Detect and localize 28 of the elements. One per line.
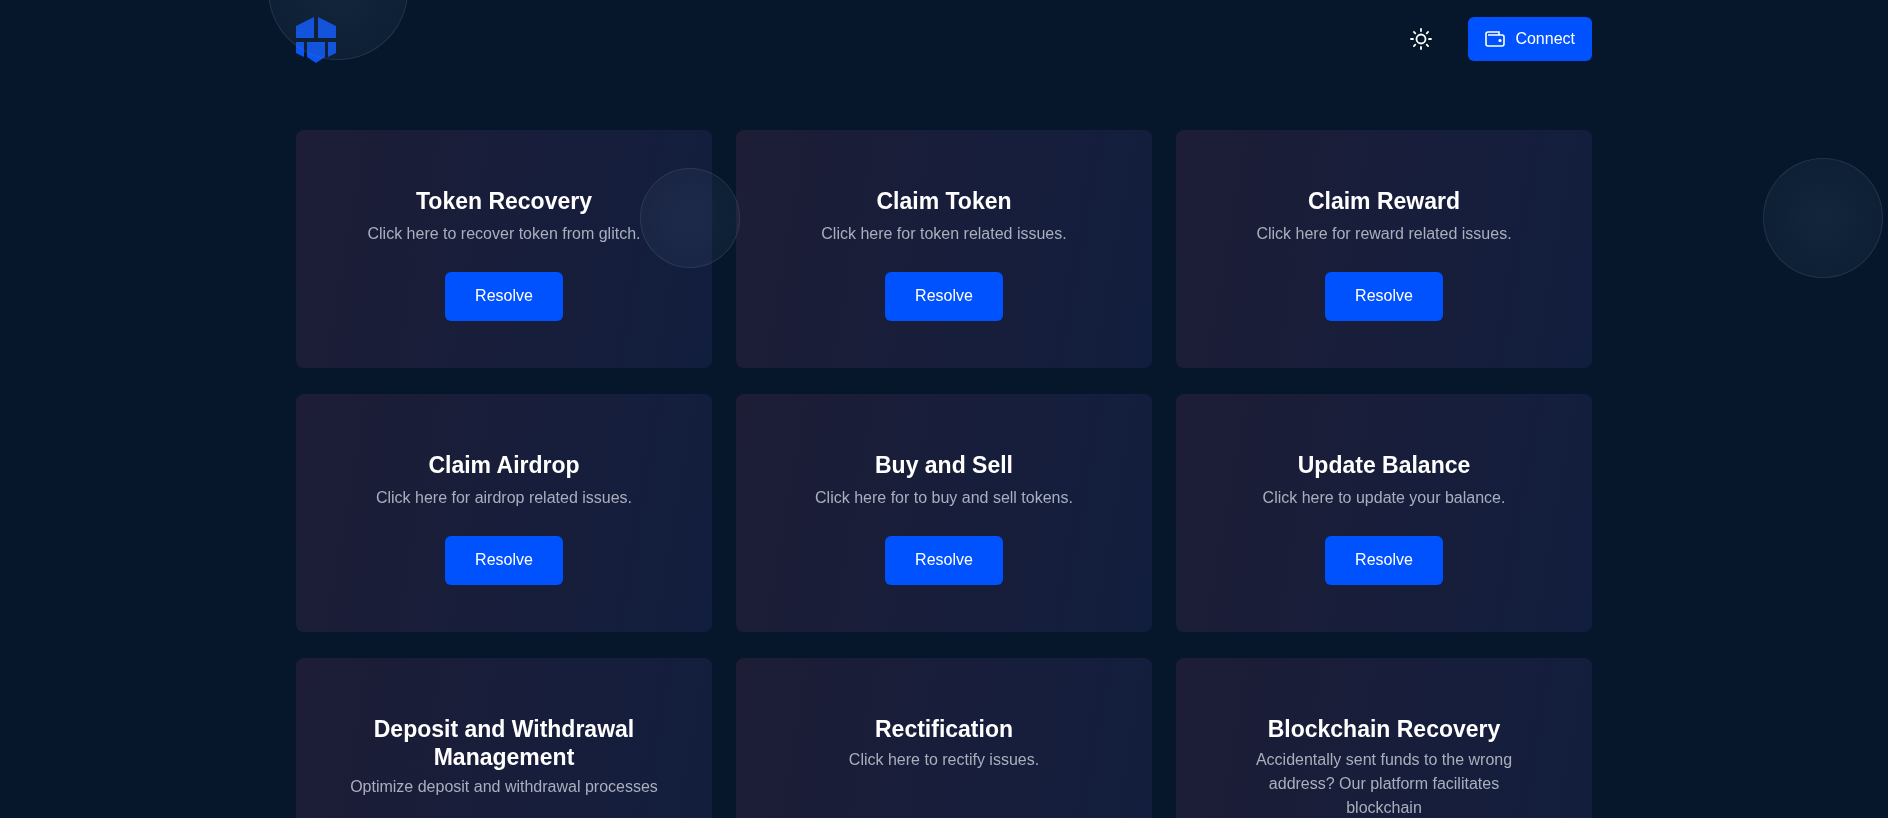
- resolve-button[interactable]: Resolve: [885, 535, 1003, 585]
- card-title: Claim Token: [876, 188, 1012, 216]
- card-title: Rectification: [875, 716, 1013, 744]
- card-description: Click here for token related issues.: [821, 223, 1067, 244]
- card-description: Click here to recover token from glitch.: [367, 223, 641, 244]
- card-description: Click here for airdrop related issues.: [375, 487, 633, 508]
- resolve-button[interactable]: Resolve: [1325, 271, 1443, 321]
- connect-button[interactable]: Connect: [1468, 17, 1592, 61]
- resolve-button[interactable]: Resolve: [445, 271, 563, 321]
- card-description: Click here to update your balance.: [1262, 487, 1506, 508]
- card-title: Claim Airdrop: [428, 452, 580, 480]
- card-description: Optimize deposit and withdrawal processes: [350, 777, 658, 798]
- card-title: Update Balance: [1297, 452, 1471, 480]
- card-description: Click here to rectify issues.: [848, 749, 1040, 770]
- card-description: Accidentally sent funds to the wrong address? Our platform facilitates blockchain: [1254, 749, 1514, 818]
- resolve-button[interactable]: Resolve: [1325, 535, 1443, 585]
- logo-icon[interactable]: [296, 17, 336, 63]
- resolve-button[interactable]: Resolve: [885, 271, 1003, 321]
- card-title: Deposit and Withdrawal Management: [372, 716, 636, 772]
- card-title: Blockchain Recovery: [1267, 716, 1501, 744]
- wallet-icon: [1485, 31, 1506, 47]
- card-title: Claim Reward: [1307, 188, 1461, 216]
- card-description: Click here for reward related issues.: [1256, 223, 1512, 244]
- resolve-button[interactable]: Resolve: [445, 535, 563, 585]
- sun-icon[interactable]: [1410, 28, 1433, 50]
- card-title: Token Recovery: [416, 188, 592, 216]
- card-title: Buy and Sell: [874, 452, 1013, 480]
- card-description: Click here for to buy and sell tokens.: [815, 487, 1073, 508]
